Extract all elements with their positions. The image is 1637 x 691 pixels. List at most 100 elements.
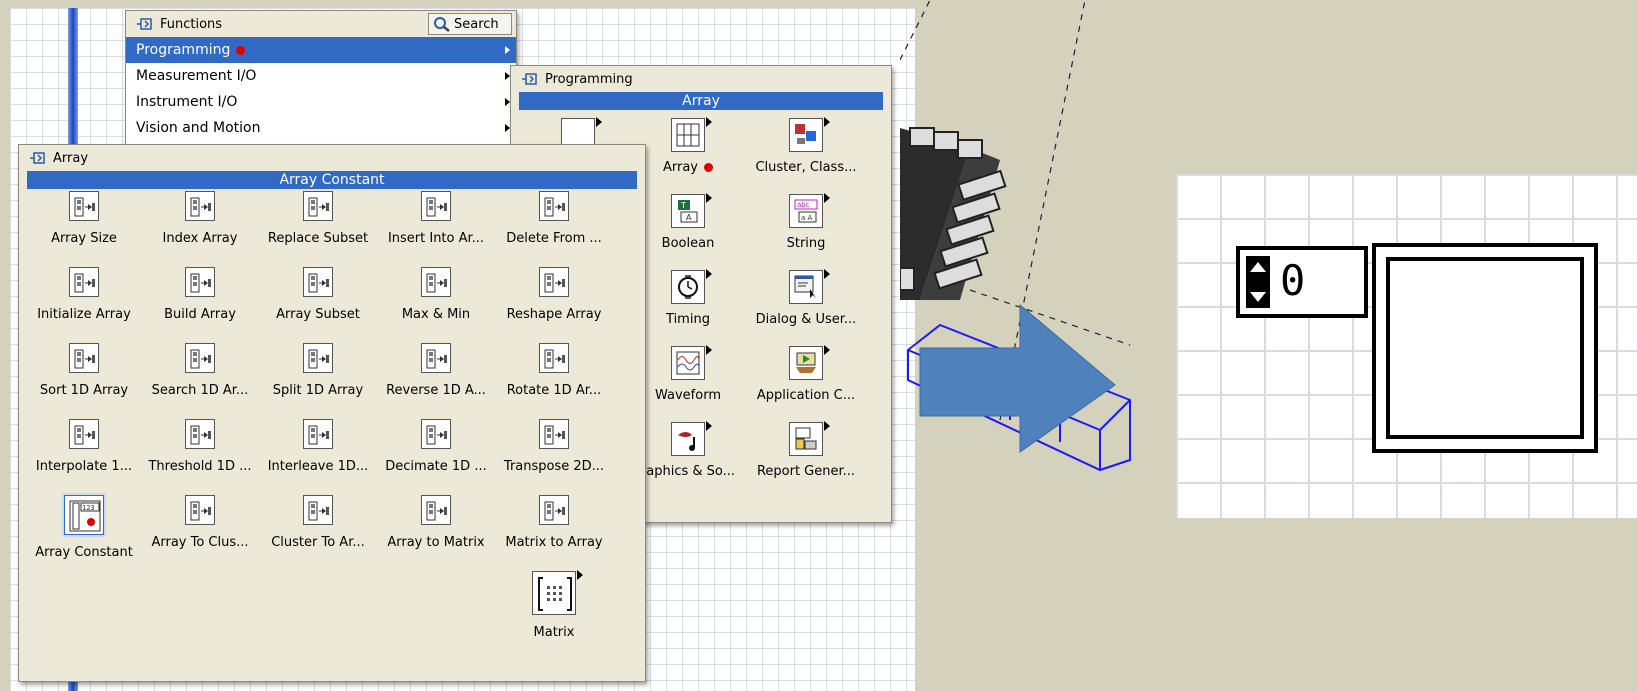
array-function-max-min[interactable]: Max & Min bbox=[375, 267, 497, 345]
array-function-icon bbox=[303, 191, 333, 221]
index-value[interactable]: 0 bbox=[1280, 258, 1305, 304]
decrement-arrow-icon[interactable] bbox=[1250, 292, 1266, 302]
timing-icon bbox=[671, 269, 712, 304]
programming-palette-hover-label: Array bbox=[519, 92, 883, 110]
array-function-label: Array To Clus... bbox=[151, 535, 249, 550]
array-element-display[interactable] bbox=[1372, 243, 1598, 453]
array-function-transpose-2d[interactable]: Transpose 2D... bbox=[493, 419, 615, 497]
array-function-array-constant[interactable]: 123 Array Constant bbox=[23, 495, 145, 573]
array-function-cluster-to-ar[interactable]: Cluster To Ar... bbox=[257, 495, 379, 573]
array-function-label: Rotate 1D Ar... bbox=[506, 383, 602, 398]
palette-item-application-control[interactable]: Application C... bbox=[745, 345, 867, 424]
menu-item-instrument-io[interactable]: Instrument I/O bbox=[126, 89, 516, 115]
menu-item-programming[interactable]: Programming bbox=[126, 37, 516, 63]
array-function-matrix-to-array[interactable]: Matrix to Array bbox=[493, 495, 615, 573]
array-function-icon bbox=[539, 495, 569, 525]
array-function-sort-1d-array[interactable]: Sort 1D Array bbox=[23, 343, 145, 421]
pin-icon[interactable] bbox=[136, 17, 154, 31]
palette-item-report-generation[interactable]: Report Gener... bbox=[745, 421, 867, 500]
array-function-decimate-1d[interactable]: Decimate 1D ... bbox=[375, 419, 497, 497]
array-index-display[interactable]: 0 bbox=[1236, 246, 1368, 318]
functions-menu-header: Functions Search bbox=[126, 11, 516, 37]
array-function-label: Insert Into Ar... bbox=[387, 231, 485, 246]
palette-item-cluster-class[interactable]: Cluster, Class... bbox=[745, 117, 867, 196]
new-indicator-dot bbox=[236, 45, 246, 55]
array-function-threshold-1d[interactable]: Threshold 1D ... bbox=[139, 419, 261, 497]
index-spinner[interactable] bbox=[1246, 256, 1270, 308]
array-function-label: Array Size bbox=[51, 231, 117, 246]
array-function-label: Interleave 1D... bbox=[267, 459, 369, 474]
palette-item-dialog-user[interactable]: Dialog & User... bbox=[745, 269, 867, 348]
palette-item-label: Array bbox=[662, 160, 698, 175]
string-icon: abc a A bbox=[789, 193, 830, 228]
palette-item-string[interactable]: abc a A String bbox=[745, 193, 867, 272]
array-function-build-array[interactable]: Build Array bbox=[139, 267, 261, 345]
array-function-icon bbox=[539, 191, 569, 221]
array-function-icon bbox=[185, 267, 215, 297]
array-function-icon: 123 bbox=[64, 495, 104, 535]
array-function-icon bbox=[69, 191, 99, 221]
array-function-icon bbox=[421, 267, 451, 297]
array-function-label: Index Array bbox=[162, 231, 238, 246]
array-function-icon bbox=[539, 343, 569, 373]
palette-item-label: Cluster, Class... bbox=[755, 160, 857, 175]
array-function-index-array[interactable]: Index Array bbox=[139, 191, 261, 269]
array-palette: Array Array Constant Array Size Index Arr… bbox=[18, 144, 646, 682]
array-function-label: Array Subset bbox=[276, 307, 360, 322]
array-function-icon bbox=[69, 267, 99, 297]
functions-menu-title: Functions bbox=[160, 16, 223, 32]
pin-icon[interactable] bbox=[521, 72, 539, 86]
svg-text:A: A bbox=[686, 213, 692, 222]
svg-text:abc: abc bbox=[797, 201, 810, 209]
pin-icon[interactable] bbox=[29, 151, 47, 165]
array-function-icon bbox=[532, 570, 583, 615]
array-function-matrix[interactable]: Matrix bbox=[493, 570, 615, 649]
array-function-label: Threshold 1D ... bbox=[148, 459, 252, 474]
array-function-icon bbox=[69, 343, 99, 373]
array-function-delete-from[interactable]: Delete From ... bbox=[493, 191, 615, 269]
array-function-label: Reshape Array bbox=[506, 307, 602, 322]
array-palette-header: Array bbox=[19, 145, 645, 171]
array-function-label: Replace Subset bbox=[267, 231, 369, 246]
array-element-slot[interactable] bbox=[1386, 257, 1584, 439]
array-function-array-to-clus[interactable]: Array To Clus... bbox=[139, 495, 261, 573]
array-function-replace-subset[interactable]: Replace Subset bbox=[257, 191, 379, 269]
array-function-label: Initialize Array bbox=[37, 307, 131, 322]
programming-palette-header: Programming bbox=[511, 66, 891, 92]
boolean-icon: TA bbox=[671, 193, 712, 228]
array-icon bbox=[671, 117, 712, 152]
array-function-icon bbox=[421, 495, 451, 525]
array-function-label: Matrix bbox=[533, 625, 575, 640]
cluster-icon bbox=[789, 117, 830, 152]
array-function-array-size[interactable]: Array Size bbox=[23, 191, 145, 269]
palette-item-label: String bbox=[786, 236, 826, 251]
array-function-label: Interpolate 1... bbox=[35, 459, 133, 474]
array-function-interpolate-1[interactable]: Interpolate 1... bbox=[23, 419, 145, 497]
array-function-rotate-1d-ar[interactable]: Rotate 1D Ar... bbox=[493, 343, 615, 421]
array-function-label: Array to Matrix bbox=[387, 535, 485, 550]
array-function-icon bbox=[303, 419, 333, 449]
search-button[interactable]: Search bbox=[428, 13, 512, 35]
array-function-initialize-array[interactable]: Initialize Array bbox=[23, 267, 145, 345]
array-function-label: Build Array bbox=[164, 307, 236, 322]
array-function-label: Cluster To Ar... bbox=[271, 535, 365, 550]
array-function-split-1d-array[interactable]: Split 1D Array bbox=[257, 343, 379, 421]
array-function-insert-into-ar[interactable]: Insert Into Ar... bbox=[375, 191, 497, 269]
menu-item-vision-motion[interactable]: Vision and Motion bbox=[126, 115, 516, 141]
graphics-sound-icon bbox=[671, 421, 712, 456]
increment-arrow-icon[interactable] bbox=[1250, 262, 1266, 272]
array-function-search-1d-ar[interactable]: Search 1D Ar... bbox=[139, 343, 261, 421]
svg-text:T: T bbox=[680, 201, 686, 210]
search-button-label: Search bbox=[454, 16, 499, 32]
array-function-icon bbox=[303, 495, 333, 525]
array-function-reshape-array[interactable]: Reshape Array bbox=[493, 267, 615, 345]
array-function-interleave-1d[interactable]: Interleave 1D... bbox=[257, 419, 379, 497]
array-function-reverse-1d-a[interactable]: Reverse 1D A... bbox=[375, 343, 497, 421]
array-function-array-subset[interactable]: Array Subset bbox=[257, 267, 379, 345]
report-generation-icon bbox=[789, 421, 830, 456]
arrow-right-icon bbox=[919, 303, 1116, 453]
array-function-label: Max & Min bbox=[401, 307, 471, 322]
menu-item-measurement-io[interactable]: Measurement I/O bbox=[126, 63, 516, 89]
array-function-array-to-matrix[interactable]: Array to Matrix bbox=[375, 495, 497, 573]
array-function-label: Reverse 1D A... bbox=[386, 383, 486, 398]
